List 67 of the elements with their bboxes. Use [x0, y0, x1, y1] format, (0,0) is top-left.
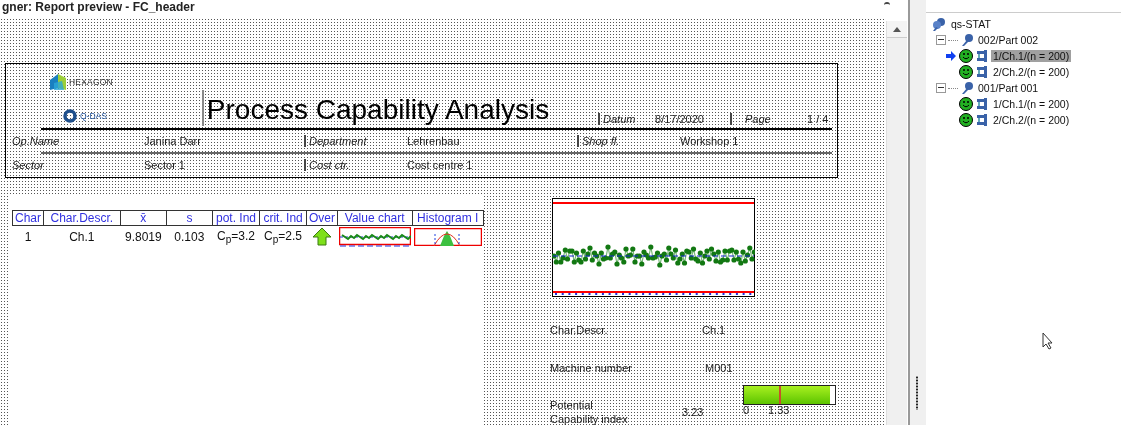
field-value: Lehrenbau [407, 135, 461, 147]
column-header: Histogram I [412, 210, 484, 226]
smiley-icon [959, 97, 973, 111]
field-value: Ch.1 [702, 324, 726, 336]
field-label: Datum [603, 113, 637, 125]
table-cell: 0.103 [166, 225, 213, 248]
arrow-up-icon [893, 26, 901, 32]
column-header: pot. Ind [212, 210, 260, 226]
field-value: 1 / 4 [807, 113, 830, 125]
pin-icon [960, 33, 974, 47]
field-label: Potential Capability index [550, 398, 629, 425]
column-header: Char [12, 210, 44, 226]
field-label: Char.Descr. [550, 324, 609, 336]
column-header: Char.Descr. [43, 210, 121, 226]
table-cell: C$_{p}$=2.5 [259, 225, 307, 248]
field-label: Shop fl. [582, 135, 621, 147]
table-cell: Ch.1 [43, 225, 121, 248]
field-value: M001 [705, 362, 733, 374]
tree-item[interactable]: 1/Ch.1/(n = 200) [991, 50, 1072, 62]
collapse-icon[interactable] [936, 35, 946, 45]
scale-label: 0 [743, 404, 751, 416]
field-label: Page [744, 113, 772, 125]
sub-brand-name: Q-DAS [80, 111, 107, 121]
scroll-up-button[interactable] [887, 21, 907, 38]
tree-item[interactable]: qs-STAT [949, 18, 993, 30]
tree-item[interactable]: 2/Ch.2/(n = 200) [991, 66, 1072, 78]
tree-item[interactable]: 002/Part 002 [976, 34, 1041, 46]
field-label: Cost ctr. [309, 159, 351, 171]
scrollbar[interactable] [886, 21, 907, 425]
caliper-icon [976, 97, 988, 111]
pin-icon [960, 81, 974, 95]
smiley-icon [959, 113, 973, 127]
field-value: Workshop 1 [680, 135, 740, 147]
column-header: s [166, 210, 213, 226]
tree-item[interactable]: 2/Ch.2/(n = 200) [991, 114, 1072, 126]
field-label: Department [309, 135, 368, 147]
caliper-icon [976, 113, 988, 127]
window-title: gner: Report preview - FC_header [1, 0, 196, 14]
brand-name: HEXAGON [69, 77, 113, 87]
tree-item[interactable]: 1/Ch.1/(n = 200) [991, 98, 1072, 110]
field-label: Machine number [550, 362, 633, 374]
field-value: Sector 1 [144, 159, 186, 171]
column-header: x̄ [120, 210, 167, 226]
smiley-icon [959, 65, 973, 79]
field-value: 3.23 [681, 406, 705, 418]
collapse-icon[interactable] [936, 83, 946, 93]
hexagon-logo-icon [50, 74, 66, 90]
scale-label: 1.33 [768, 404, 790, 416]
tree-item[interactable]: 001/Part 001 [976, 82, 1041, 94]
ring-logo-icon [63, 109, 77, 123]
column-header: crit. Ind [259, 210, 307, 226]
field-value: Janina Darr [144, 135, 202, 147]
field-label: Sector [12, 159, 45, 171]
field-label: Op.Name [12, 135, 61, 147]
table-cell: 9.8019 [120, 225, 167, 248]
table-cell: 1 [12, 225, 44, 248]
smiley-icon [959, 49, 973, 63]
column-header: Over [306, 210, 338, 226]
field-value: 8/17/2020 [655, 113, 705, 125]
caliper-icon [976, 49, 988, 63]
mouse-cursor-icon [1042, 332, 1054, 350]
field-value: Cost centre 1 [407, 159, 474, 171]
column-header: Value chart [337, 210, 412, 226]
report-title: Process Capability Analysis [206, 93, 551, 127]
pins-icon [932, 17, 946, 31]
caliper-icon [976, 65, 988, 79]
table-cell: C$_{p}$=3.2 [212, 225, 260, 248]
